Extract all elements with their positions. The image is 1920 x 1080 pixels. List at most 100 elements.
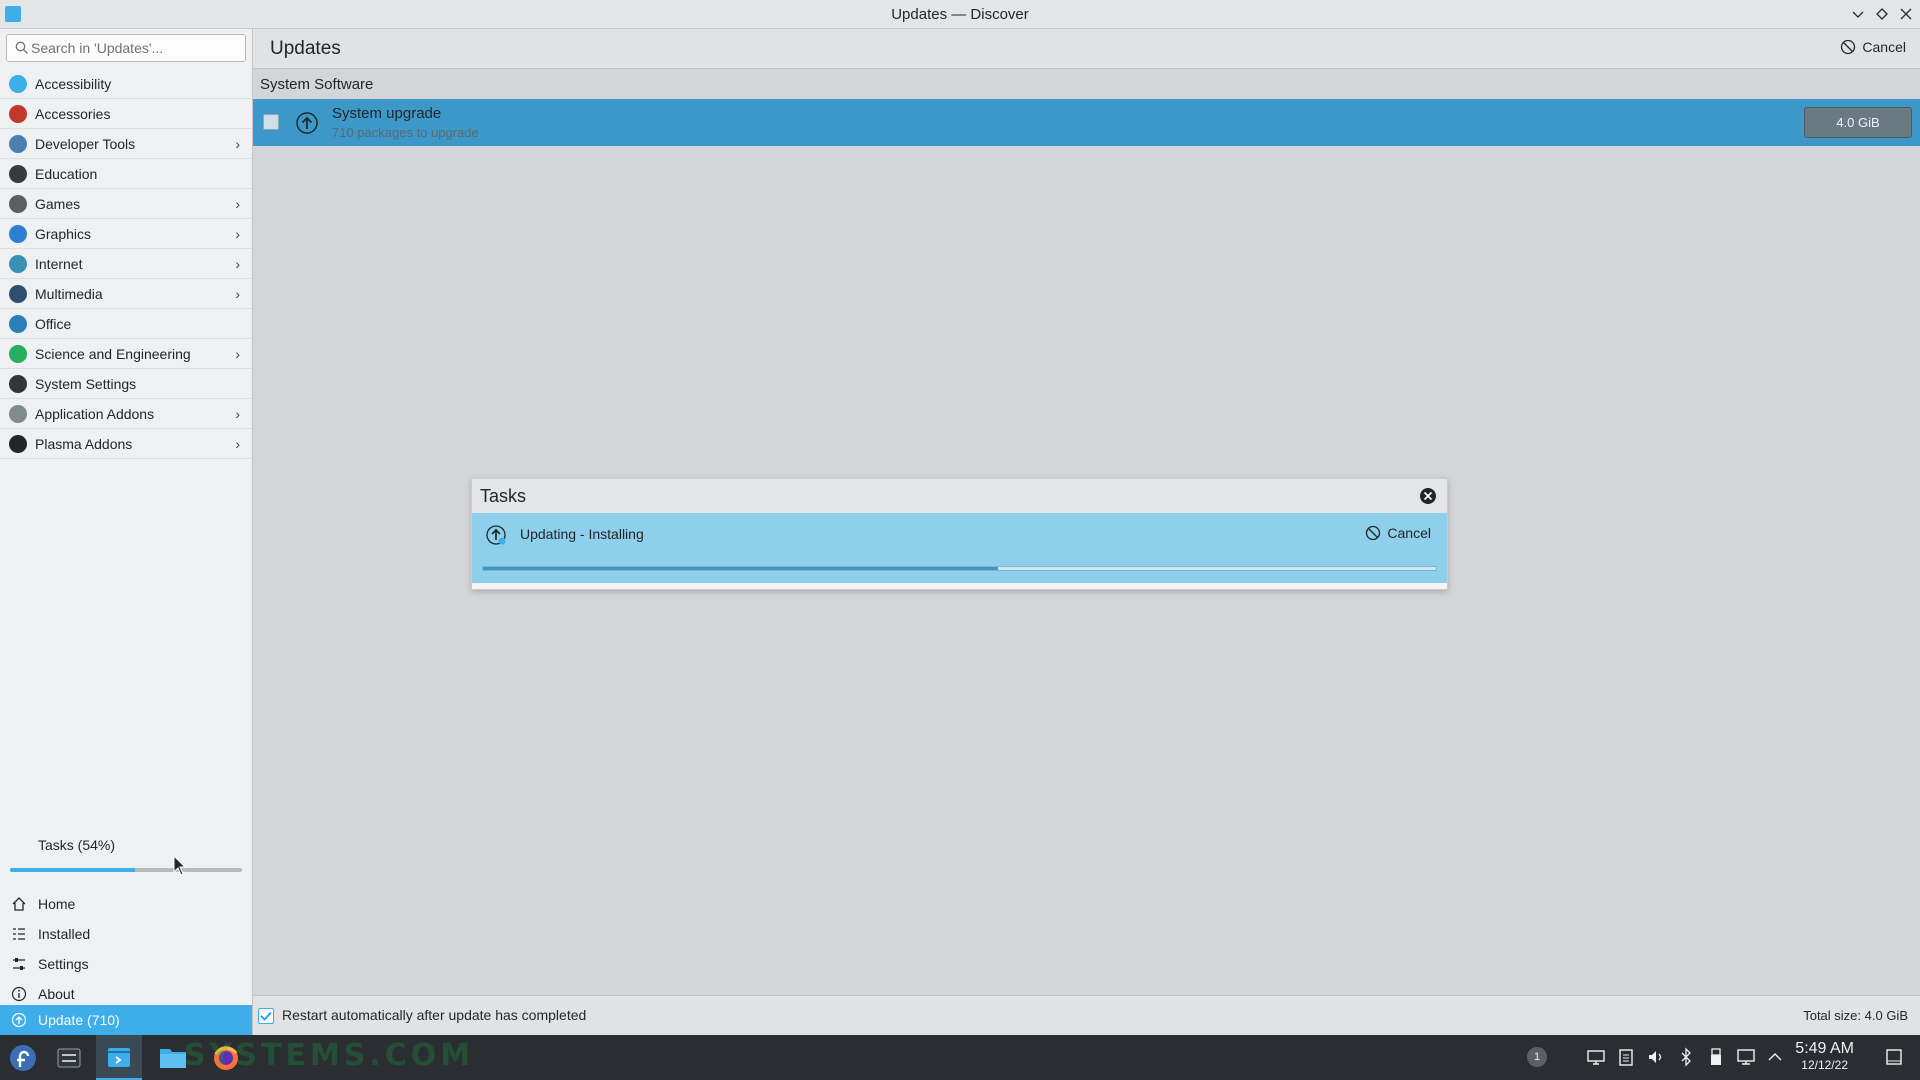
games-icon xyxy=(9,195,27,213)
nav-installed[interactable]: Installed xyxy=(0,919,252,949)
window-titlebar: Updates — Discover xyxy=(0,0,1920,29)
system-settings-icon xyxy=(9,375,27,393)
sidebar-category-label: Developer Tools xyxy=(35,136,136,152)
sidebar-category-label: Multimedia xyxy=(35,286,103,302)
sidebar-category-science-and-engineering[interactable]: Science and Engineering › xyxy=(0,339,252,369)
nav-home[interactable]: Home xyxy=(0,889,252,919)
system-upgrade-checkbox[interactable] xyxy=(263,114,279,130)
sidebar-category-label: Accessories xyxy=(35,106,111,122)
display-icon[interactable] xyxy=(1586,1047,1606,1067)
sidebar-category-label: Graphics xyxy=(35,226,92,242)
chevron-up-icon[interactable] xyxy=(1765,1047,1785,1067)
system-upgrade-row[interactable]: System upgrade 710 packages to upgrade 4… xyxy=(253,99,1920,146)
maximize-icon[interactable] xyxy=(1872,4,1892,24)
nav-label: About xyxy=(38,986,75,1002)
chevron-right-icon: › xyxy=(235,226,240,242)
sidebar-category-application-addons[interactable]: Application Addons › xyxy=(0,399,252,429)
sidebar-category-games[interactable]: Games › xyxy=(0,189,252,219)
sidebar-category-label: Accessibility xyxy=(35,76,112,92)
sidebar-category-label: Education xyxy=(35,166,98,182)
cancel-icon xyxy=(1366,525,1381,541)
tasks-progress-bar[interactable] xyxy=(10,868,242,872)
nav-label: Home xyxy=(38,896,76,912)
system-settings-icon xyxy=(57,1048,81,1067)
sidebar-category-system-settings[interactable]: System Settings xyxy=(0,369,252,399)
clock-date: 12/12/22 xyxy=(1801,1058,1848,1072)
sidebar-category-education[interactable]: Education xyxy=(0,159,252,189)
nav-label: Update (710) xyxy=(38,1012,120,1028)
clock[interactable]: 5:49 AM 12/12/22 xyxy=(1795,1040,1854,1072)
nav-settings[interactable]: Settings xyxy=(0,949,252,979)
system-upgrade-title: System upgrade xyxy=(332,105,442,122)
volume-icon[interactable] xyxy=(1646,1047,1666,1067)
restart-checkbox[interactable] xyxy=(258,1008,274,1024)
nav-update[interactable]: Update (710) xyxy=(0,1005,252,1035)
chevron-right-icon: › xyxy=(235,436,240,452)
sidebar-category-label: Internet xyxy=(35,256,83,272)
upgrade-size-button[interactable]: 4.0 GiB xyxy=(1804,107,1912,138)
taskbar: SYSTEMS.COM 1 5:49 AM 12/12/22 xyxy=(0,1035,1920,1080)
page-header: Updates Cancel xyxy=(253,29,1920,69)
internet-icon xyxy=(9,255,27,273)
sidebar-category-label: Games xyxy=(35,196,81,212)
restart-label[interactable]: Restart automatically after update has c… xyxy=(282,1007,586,1023)
home-icon xyxy=(12,897,26,911)
fedora-logo-icon xyxy=(10,1044,36,1071)
sidebar-category-label: Science and Engineering xyxy=(35,346,191,362)
show-desktop-icon[interactable] xyxy=(1884,1047,1904,1067)
installed-icon xyxy=(13,928,25,940)
update-icon xyxy=(11,1012,27,1028)
task-cancel-button[interactable]: Cancel xyxy=(1365,525,1431,541)
cancel-label: Cancel xyxy=(1862,39,1906,55)
chevron-right-icon: › xyxy=(235,136,240,152)
sidebar-category-graphics[interactable]: Graphics › xyxy=(0,219,252,249)
nav-label: Settings xyxy=(38,956,89,972)
cancel-update-button[interactable]: Cancel xyxy=(1840,39,1906,55)
sidebar-category-office[interactable]: Office xyxy=(0,309,252,339)
nav-label: Installed xyxy=(38,926,91,942)
task-progress-fill xyxy=(483,567,998,570)
window-title: Updates — Discover xyxy=(891,6,1029,23)
sidebar-category-label: Plasma Addons xyxy=(35,436,133,452)
sidebar-category-internet[interactable]: Internet › xyxy=(0,249,252,279)
office-icon xyxy=(9,315,27,333)
total-size: Total size: 4.0 GiB xyxy=(1803,1008,1908,1023)
accessories-icon xyxy=(9,105,27,123)
page-footer: Restart automatically after update has c… xyxy=(253,995,1920,1035)
sidebar-category-plasma-addons[interactable]: Plasma Addons › xyxy=(0,429,252,459)
search-field[interactable] xyxy=(6,34,246,62)
notification-count-badge[interactable]: 1 xyxy=(1527,1047,1547,1067)
close-icon[interactable] xyxy=(1896,4,1916,24)
chevron-right-icon: › xyxy=(235,346,240,362)
dialog-close-icon[interactable] xyxy=(1419,487,1437,505)
section-title: System Software xyxy=(260,76,374,93)
discover-taskbar-button[interactable] xyxy=(96,1035,142,1080)
developer-tools-icon xyxy=(9,135,27,153)
minimize-icon[interactable] xyxy=(1848,4,1868,24)
sidebar-category-accessibility[interactable]: Accessibility xyxy=(0,69,252,99)
sidebar-category-multimedia[interactable]: Multimedia › xyxy=(0,279,252,309)
bluetooth-icon[interactable] xyxy=(1676,1047,1696,1067)
task-cancel-label: Cancel xyxy=(1387,525,1431,541)
sidebar-category-accessories[interactable]: Accessories xyxy=(0,99,252,129)
clipboard-icon[interactable] xyxy=(1616,1047,1636,1067)
mouse-cursor-icon xyxy=(173,855,187,876)
sidebar-category-developer-tools[interactable]: Developer Tools › xyxy=(0,129,252,159)
accessibility-icon xyxy=(9,75,27,93)
system-settings-taskbar-button[interactable] xyxy=(46,1035,92,1080)
tasks-progress-label[interactable]: Tasks (54%) xyxy=(38,837,115,853)
settings-icon xyxy=(13,958,25,970)
system-upgrade-subtitle: 710 packages to upgrade xyxy=(332,125,479,140)
sidebar-category-label: System Settings xyxy=(35,376,137,392)
task-row: Updating - Installing Cancel xyxy=(472,513,1447,583)
network-icon[interactable] xyxy=(1736,1047,1756,1067)
application-addons-icon xyxy=(9,405,27,423)
page-title: Updates xyxy=(270,38,341,59)
tasks-dialog-header: Tasks xyxy=(472,479,1447,513)
chevron-right-icon: › xyxy=(235,286,240,302)
search-input[interactable] xyxy=(31,38,241,58)
app-launcher-button[interactable] xyxy=(0,1035,46,1080)
usb-device-icon[interactable] xyxy=(1706,1047,1726,1067)
discover-icon xyxy=(108,1047,130,1067)
clock-time: 5:49 AM xyxy=(1795,1040,1854,1057)
